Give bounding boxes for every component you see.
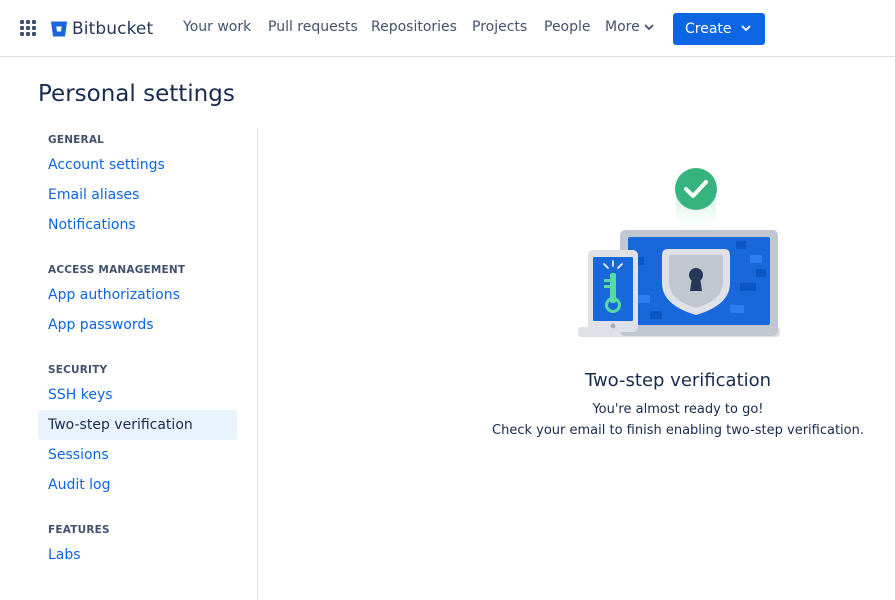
nav-projects[interactable]: Projects xyxy=(472,19,527,35)
nav-more-dropdown[interactable]: More xyxy=(605,19,654,35)
create-button[interactable]: Create xyxy=(673,13,765,45)
laptop-phone-lock-illustration xyxy=(578,168,780,337)
sidebar-item-app-passwords[interactable]: App passwords xyxy=(38,310,237,340)
nav-pull-requests[interactable]: Pull requests xyxy=(268,19,358,35)
top-navigation: Bitbucket Your work Pull requests Reposi… xyxy=(0,0,895,57)
sidebar-item-ssh-keys[interactable]: SSH keys xyxy=(38,380,237,410)
ready-message: You're almost ready to go! xyxy=(592,402,764,417)
sidebar-item-labs[interactable]: Labs xyxy=(38,540,237,570)
sidebar-item-email-aliases[interactable]: Email aliases xyxy=(38,180,237,210)
bitbucket-logo-icon xyxy=(51,21,67,37)
two-step-illustration xyxy=(570,165,790,345)
page-title: Personal settings xyxy=(38,81,235,107)
nav-repositories[interactable]: Repositories xyxy=(371,19,457,35)
grid-icon xyxy=(20,20,36,36)
sidebar-item-app-authorizations[interactable]: App authorizations xyxy=(38,280,237,310)
nav-more-label: More xyxy=(605,19,640,35)
chevron-down-icon xyxy=(644,24,654,30)
sidebar-item-notifications[interactable]: Notifications xyxy=(38,210,237,240)
chevron-down-icon xyxy=(741,25,751,31)
create-button-label: Create xyxy=(685,21,732,37)
section-heading-security: SECURITY xyxy=(48,364,108,376)
email-instructions: Check your email to finish enabling two-… xyxy=(492,423,864,438)
settings-sidebar: GENERAL Account settings Email aliases N… xyxy=(38,128,258,600)
nav-people[interactable]: People xyxy=(544,19,591,35)
nav-your-work[interactable]: Your work xyxy=(183,19,251,35)
section-heading-features: FEATURES xyxy=(48,524,110,536)
sidebar-item-two-step-verification[interactable]: Two-step verification xyxy=(38,410,237,440)
bitbucket-logo[interactable]: Bitbucket xyxy=(50,17,153,41)
app-name: Bitbucket xyxy=(72,19,154,39)
section-heading-general: GENERAL xyxy=(48,134,105,146)
app-switcher-button[interactable] xyxy=(14,14,42,42)
section-heading-access-management: ACCESS MANAGEMENT xyxy=(48,264,186,276)
two-step-heading: Two-step verification xyxy=(584,370,772,391)
sidebar-item-sessions[interactable]: Sessions xyxy=(38,440,237,470)
sidebar-item-audit-log[interactable]: Audit log xyxy=(38,470,237,500)
sidebar-item-account-settings[interactable]: Account settings xyxy=(38,150,237,180)
check-circle-icon xyxy=(675,168,717,210)
